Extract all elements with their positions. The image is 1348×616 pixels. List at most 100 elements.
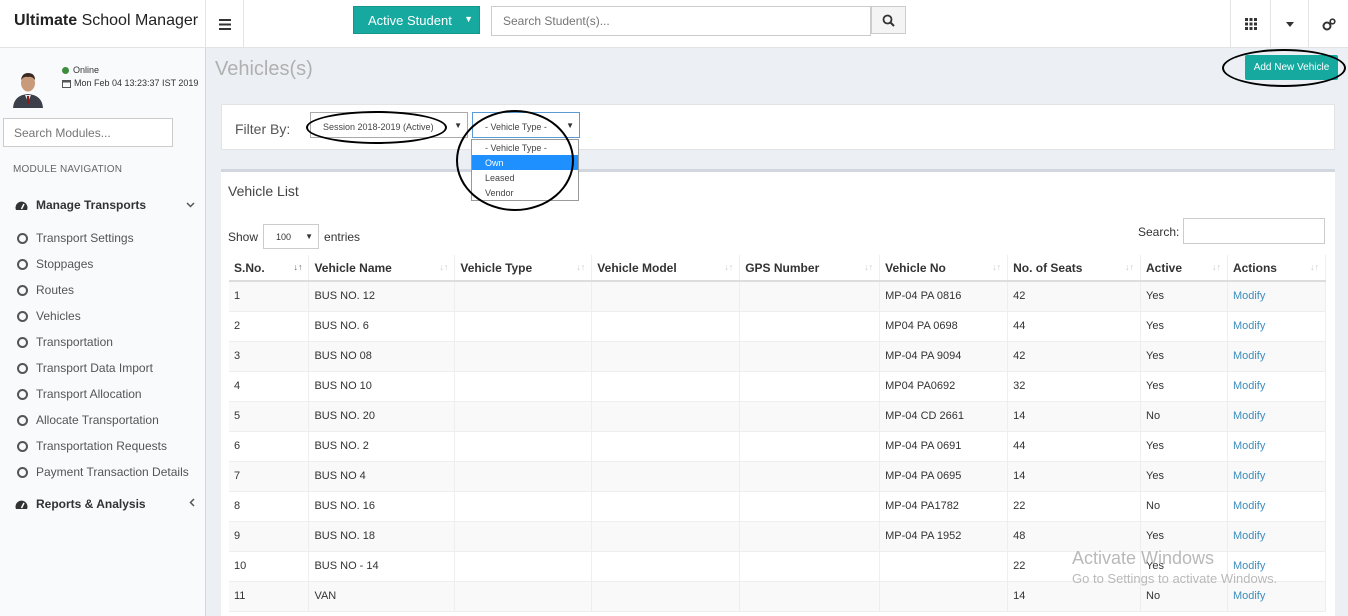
table-cell [591, 341, 741, 372]
sort-arrows-icon: ↓↑ [439, 262, 449, 272]
apps-grid-icon[interactable] [1230, 0, 1270, 48]
dashboard-gauge-icon [15, 500, 28, 509]
modify-link[interactable]: Modify [1227, 341, 1327, 372]
column-header[interactable]: GPS Number ↓↑ [739, 255, 881, 282]
active-student-dropdown[interactable]: Active Student ▼ [353, 6, 480, 34]
table-header-row: S.No. ↓↑ Vehicle Name ↓↑ Vehicle Type ↓↑ Vehic… [229, 255, 1327, 282]
modify-link[interactable]: Modify [1227, 281, 1327, 312]
sort-arrows-icon: ↓↑ [1310, 262, 1319, 272]
column-header-label: Vehicle Model [597, 260, 677, 275]
table-cell: 32 [1007, 371, 1141, 402]
circle-icon [17, 362, 28, 374]
modify-link[interactable]: Modify [1227, 491, 1327, 522]
table-cell [454, 551, 593, 582]
column-header[interactable]: Actions ↓↑ [1227, 255, 1327, 282]
sort-arrows-icon: ↓↑ [992, 262, 1002, 272]
chevron-down-icon [186, 200, 195, 211]
sidebar-item-transport-data-import[interactable]: Transport Data Import [17, 355, 189, 381]
modify-link[interactable]: Modify [1227, 311, 1327, 342]
column-header[interactable]: Active ↓↑ [1140, 255, 1228, 282]
vehicle-type-select[interactable]: - Vehicle Type - ▼ [472, 112, 580, 138]
vehicle-type-options: - Vehicle Type - Own Leased Vendor [471, 139, 579, 201]
column-header[interactable]: S.No. ↓↑ [229, 255, 310, 282]
vehicle-type-option-leased[interactable]: Leased [472, 170, 578, 185]
column-header[interactable]: Vehicle No ↓↑ [879, 255, 1009, 282]
column-header-label: S.No. [234, 260, 265, 275]
modify-link[interactable]: Modify [1227, 401, 1327, 432]
module-navigation-heading: MODULE NAVIGATION [13, 164, 123, 175]
table-cell [739, 281, 881, 312]
table-cell [591, 401, 741, 432]
table-row: 7 BUS NO 4 MP-04 PA 0695 14 Yes Modify [229, 461, 1327, 492]
search-modules-input[interactable] [3, 118, 173, 147]
sidebar-item-transportation[interactable]: Transportation [17, 329, 189, 355]
table-cell [591, 461, 741, 492]
sidebar-item-payment-transaction-details[interactable]: Payment Transaction Details [17, 459, 189, 485]
entries-label: entries [324, 229, 361, 244]
table-cell: VAN [308, 581, 456, 612]
circle-icon [17, 284, 28, 296]
column-header[interactable]: Vehicle Model ↓↑ [591, 255, 741, 282]
table-cell [591, 371, 741, 402]
menu-toggle-icon[interactable] [206, 0, 244, 48]
manage-transports-label: Manage Transports [36, 198, 147, 212]
modify-link[interactable]: Modify [1227, 431, 1327, 462]
sidebar-item-transportation-requests[interactable]: Transportation Requests [17, 433, 189, 459]
table-cell: Yes [1140, 341, 1228, 372]
modify-link[interactable]: Modify [1227, 461, 1327, 492]
sidebar-item-stoppages[interactable]: Stoppages [17, 251, 189, 277]
table-cell: 3 [229, 341, 310, 372]
modify-link[interactable]: Modify [1227, 521, 1327, 552]
user-menu-caret-icon[interactable] [1270, 0, 1308, 48]
sidebar: Online Mon Feb 04 13:23:37 IST 2019 MODU… [0, 48, 206, 616]
table-cell: 2 [229, 311, 310, 342]
search-button[interactable] [871, 6, 906, 34]
entries-selected-value: 100 [276, 232, 292, 242]
table-cell [739, 311, 881, 342]
transport-submenu: Transport Settings Stoppages Routes Vehi… [17, 225, 189, 485]
table-cell [454, 311, 593, 342]
table-cell [591, 551, 741, 582]
table-cell: No [1140, 491, 1228, 522]
watermark-line-1: Activate Windows [1072, 548, 1215, 568]
search-students-input[interactable] [491, 6, 871, 36]
table-search-input[interactable] [1183, 218, 1325, 244]
table-cell [739, 431, 881, 462]
column-header[interactable]: Vehicle Name ↓↑ [308, 255, 456, 282]
vehicle-type-option-own[interactable]: Own [472, 155, 578, 170]
modify-link[interactable]: Modify [1227, 371, 1327, 402]
add-new-vehicle-button[interactable]: Add New Vehicle [1245, 55, 1338, 80]
column-header-label: Active [1146, 260, 1183, 275]
sidebar-item-label: Transport Settings [36, 231, 134, 245]
table-cell: No [1140, 401, 1228, 432]
sidebar-item-manage-transports[interactable]: Manage Transports [15, 198, 195, 212]
column-header[interactable]: Vehicle Type ↓↑ [454, 255, 593, 282]
table-cell: MP-04 PA 0695 [879, 461, 1009, 492]
table-cell [454, 461, 593, 492]
settings-gears-icon[interactable] [1308, 0, 1348, 48]
table-cell: 5 [229, 401, 310, 432]
sidebar-item-allocate-transportation[interactable]: Allocate Transportation [17, 407, 189, 433]
vehicle-type-option-vendor[interactable]: Vendor [472, 185, 578, 200]
sidebar-item-routes[interactable]: Routes [17, 277, 189, 303]
table-cell: 14 [1007, 401, 1141, 432]
table-row: 8 BUS NO. 16 MP-04 PA1782 22 No Modify [229, 491, 1327, 522]
chevron-left-icon [189, 498, 195, 510]
session-select[interactable]: Session 2018-2019 (Active) ▼ [310, 112, 468, 138]
sidebar-item-label: Payment Transaction Details [36, 465, 189, 479]
app-brand[interactable]: Ultimate School Manager [0, 0, 206, 48]
table-cell: 8 [229, 491, 310, 522]
entries-select[interactable]: 100 ▼ [263, 224, 320, 249]
vehicle-type-option-placeholder[interactable]: - Vehicle Type - [472, 140, 578, 155]
sidebar-item-transport-settings[interactable]: Transport Settings [17, 225, 189, 251]
show-entries-control: Show 100 ▼ entries [228, 224, 360, 249]
sidebar-item-vehicles[interactable]: Vehicles [17, 303, 189, 329]
sidebar-item-reports-analysis[interactable]: Reports & Analysis [15, 497, 195, 511]
table-cell [879, 581, 1009, 612]
table-cell: 42 [1007, 341, 1141, 372]
sidebar-item-transport-allocation[interactable]: Transport Allocation [17, 381, 189, 407]
sort-arrows-icon: ↓↑ [1125, 262, 1134, 272]
table-cell [454, 401, 593, 432]
column-header[interactable]: No. of Seats ↓↑ [1007, 255, 1141, 282]
page-title: Vehicles(s) [215, 58, 313, 80]
